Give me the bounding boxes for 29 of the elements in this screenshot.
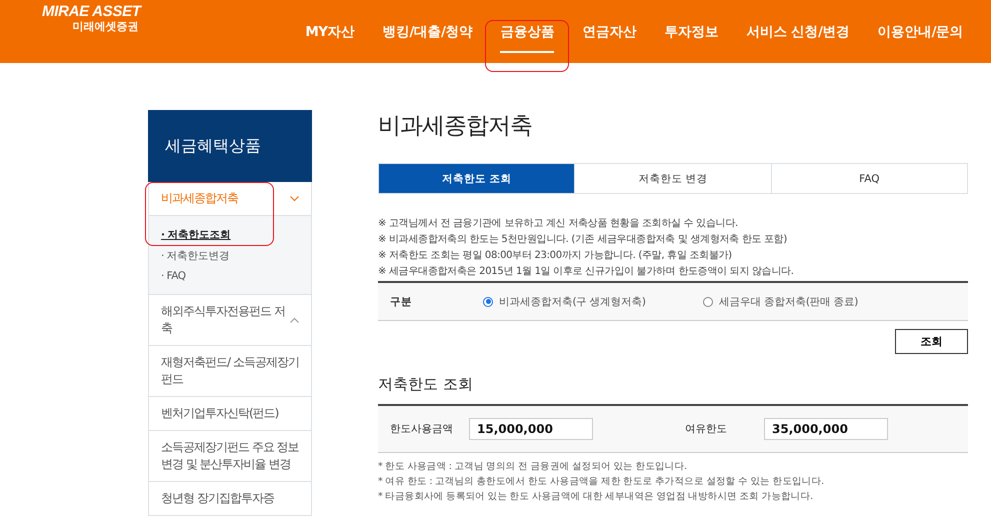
submenu-link[interactable]: · 저축한도변경 [161,249,299,263]
search-button[interactable]: 조회 [895,329,968,354]
row-label: 구분 [389,294,413,308]
field-label: 한도사용금액 [389,422,454,436]
amount-field[interactable]: 35,000,000 [764,418,888,440]
sidebar-item[interactable]: 해외주식투자전용펀드 저축 [148,295,312,346]
notice-text: ※ 세금우대종합저축은 2015년 1월 1일 이후로 신규가입이 불가하며 한도증액이 되지 않습니다. [378,265,795,279]
sidebar-item[interactable]: 재형저축펀드/ 소득공제장기펀드 [148,346,312,397]
tab[interactable]: FAQ [770,164,967,193]
notice-text: ※ 저축한도 조회는 평일 08:00부터 23:00까지 가능합니다. (주말, 휴일 조회불가) [378,249,733,263]
radio-label: 비과세종합저축(구 생계형저축) [499,294,646,308]
note-text: * 타금융회사에 등록되어 있는 한도 사용금액에 대한 세부내역은 영업점 내방하시면 조회 가능합니다. [378,490,814,504]
page-title: 비과세종합저축 [378,112,533,141]
submenu-link[interactable]: · 저축한도조회 [161,228,299,242]
amount-field[interactable]: 15,000,000 [469,418,593,440]
note-text: * 여유 한도 : 고객님의 총한도에서 한도 사용금액을 제한 한도로 추가적으로 설정할 수 있는 한도입니다. [378,475,825,489]
tab[interactable]: 저축한도 변경 [574,164,771,193]
field-label: 여유한도 [684,422,728,436]
tab[interactable]: 저축한도 조회 [379,164,574,193]
note-text: * 한도 사용금액 : 고객님 명의의 전 금융권에 설정되어 있는 한도입니다. [378,460,688,474]
notice-text: ※ 비과세종합저축의 한도는 5천만원입니다. (기존 세금우대종합저축 및 생계형저축 한도 포함) [378,233,788,247]
radio-label: 세금우대 종합저축(판매 종료) [719,294,858,308]
notice-text: ※ 고객님께서 전 금융기관에 보유하고 계신 저축상품 현황을 조회하실 수 있습니다. [378,217,739,231]
submenu-link[interactable]: · FAQ [161,270,299,282]
sidebar-item[interactable]: 청년형 장기집합투자증 [148,482,312,516]
sidebar-item[interactable]: 벤처기업투자신탁(펀드) [148,397,312,431]
sidebar-item[interactable]: 소득공제장기펀드 주요 정보변경 및 분산투자비율 변경 [148,431,312,482]
sidebar-title: 세금혜택상품 [148,110,312,182]
section-title: 저축한도 조회 [378,375,474,394]
